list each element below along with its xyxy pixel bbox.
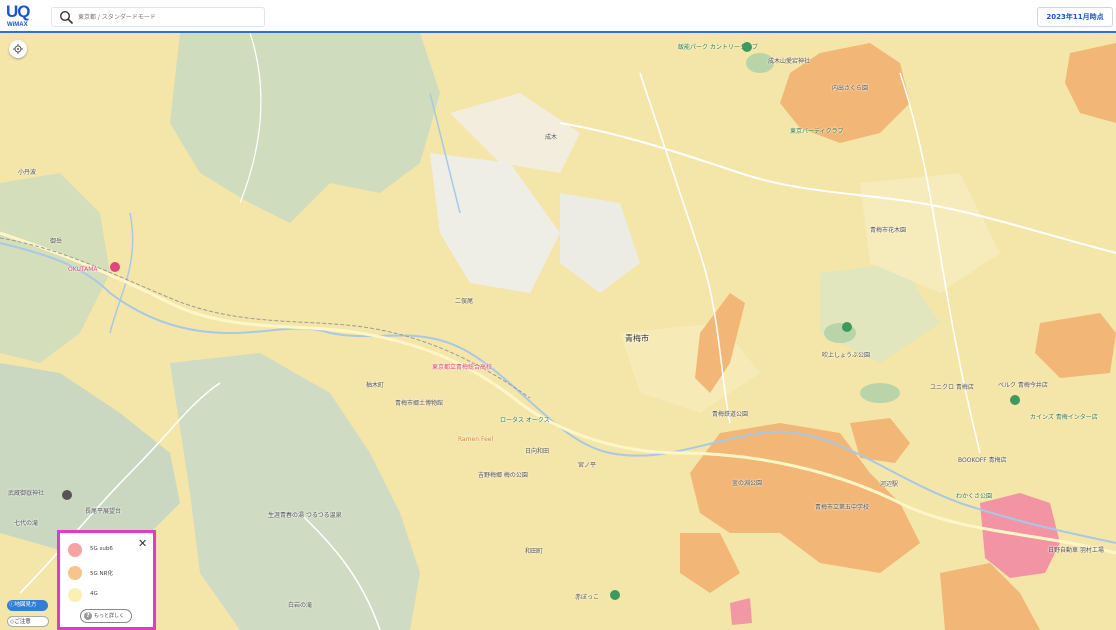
map-label[interactable]: 東京都立青梅総合高校 <box>432 362 492 371</box>
map-label[interactable]: 東京バーディクラブ <box>790 126 844 135</box>
map-label[interactable]: Ramen Feel <box>458 436 493 443</box>
legend-swatch <box>68 543 82 557</box>
map-label[interactable]: OKUTAMA <box>68 266 97 273</box>
coverage-map[interactable] <box>0 33 1116 630</box>
search-icon <box>59 10 73 24</box>
map-label[interactable]: 吉野梅郷 梅の公園 <box>478 470 528 479</box>
spa-pin-icon[interactable] <box>110 262 120 272</box>
map-label[interactable]: カインズ 青梅インター店 <box>1030 412 1098 421</box>
map-label[interactable]: 青梅市立第五中学校 <box>815 502 869 511</box>
map-label[interactable]: 日向和田 <box>525 446 549 455</box>
search-box[interactable] <box>51 7 265 27</box>
map-label[interactable]: 河辺駅 <box>880 479 898 488</box>
map-label[interactable]: ユニクロ 青梅店 <box>930 382 974 391</box>
legend-swatch <box>68 588 82 602</box>
map-label[interactable]: 青梅市花木園 <box>870 225 906 234</box>
legend-label: 5G NR化 <box>90 571 113 577</box>
map-label[interactable]: 御岳 <box>50 236 62 245</box>
map-label[interactable]: 吹上しょうぶ公園 <box>822 350 870 359</box>
legend-swatch <box>68 566 82 580</box>
map-howto-button[interactable]: ⓘ地図見方 <box>7 600 48 611</box>
map-label[interactable]: 成木 <box>545 132 557 141</box>
logo-text: UQ <box>6 2 30 21</box>
map-label[interactable]: ベルク 青梅今井店 <box>998 380 1048 389</box>
map-canvas <box>0 33 1116 630</box>
legend-more-button[interactable]: ? もっと詳しく <box>80 609 132 623</box>
uq-wimax-logo[interactable]: UQ WiMAX <box>6 2 32 30</box>
map-label[interactable]: 内出さくら園 <box>832 83 868 92</box>
map-label[interactable]: 武蔵御嶽神社 <box>8 488 44 497</box>
map-howto-label: 地図見方 <box>14 602 37 608</box>
park-pin-icon[interactable] <box>742 42 752 52</box>
question-icon: ? <box>84 612 92 620</box>
legend-close-icon[interactable]: ✕ <box>138 537 147 550</box>
current-location-button[interactable] <box>9 40 27 58</box>
caution-label: ご注意 <box>14 619 31 625</box>
city-label[interactable]: 青梅市 <box>625 333 649 344</box>
crosshair-icon <box>13 44 23 54</box>
map-label[interactable]: わかくさ公園 <box>956 491 992 500</box>
park-pin-icon[interactable] <box>842 322 852 332</box>
legend-more-label: もっと詳しく <box>94 613 125 619</box>
legend-label: 5G sub6 <box>90 546 113 552</box>
map-label[interactable]: 宮ノ平 <box>578 460 596 469</box>
map-label[interactable]: 青梅市郷土博物館 <box>395 398 443 407</box>
map-label[interactable]: BOOKOFF 青梅店 <box>958 455 1007 464</box>
map-label[interactable]: 釜の淵公園 <box>732 478 762 487</box>
map-label[interactable]: 生涯青春の湯 つるつる温泉 <box>268 510 342 519</box>
map-label[interactable]: 白岩の滝 <box>288 600 312 609</box>
search-input[interactable] <box>78 10 258 24</box>
map-label[interactable]: 赤ぼっこ <box>575 592 599 601</box>
coverage-date-button[interactable]: 2023年11月時点 <box>1037 7 1113 27</box>
map-label[interactable]: 小丹波 <box>18 167 36 176</box>
map-label[interactable]: 和田町 <box>525 546 543 555</box>
caution-button[interactable]: ◇ご注意 <box>7 616 49 627</box>
map-label[interactable]: 青梅鉄道公園 <box>712 409 748 418</box>
map-label[interactable]: 二俣尾 <box>455 296 473 305</box>
legend-label: 4G <box>90 591 98 597</box>
map-label[interactable]: 長尾平展望台 <box>85 506 121 515</box>
coverage-legend: ✕ 5G sub6 5G NR化 4G ? もっと詳しく <box>57 530 156 630</box>
shop-pin-icon[interactable] <box>1010 395 1020 405</box>
shrine-pin-icon[interactable] <box>62 490 72 500</box>
top-bar: UQ WiMAX 2023年11月時点 <box>0 0 1116 33</box>
map-label[interactable]: 成木山愛宕神社 <box>768 56 810 65</box>
map-label[interactable]: 七代の滝 <box>14 518 38 527</box>
map-label[interactable]: 日野自動車 羽村工場 <box>1048 545 1104 554</box>
park-pin-icon[interactable] <box>610 590 620 600</box>
map-label[interactable]: ロータス オークス <box>500 415 550 424</box>
map-label[interactable]: 柚木町 <box>366 380 384 389</box>
logo-subtext: WiMAX <box>7 22 28 28</box>
